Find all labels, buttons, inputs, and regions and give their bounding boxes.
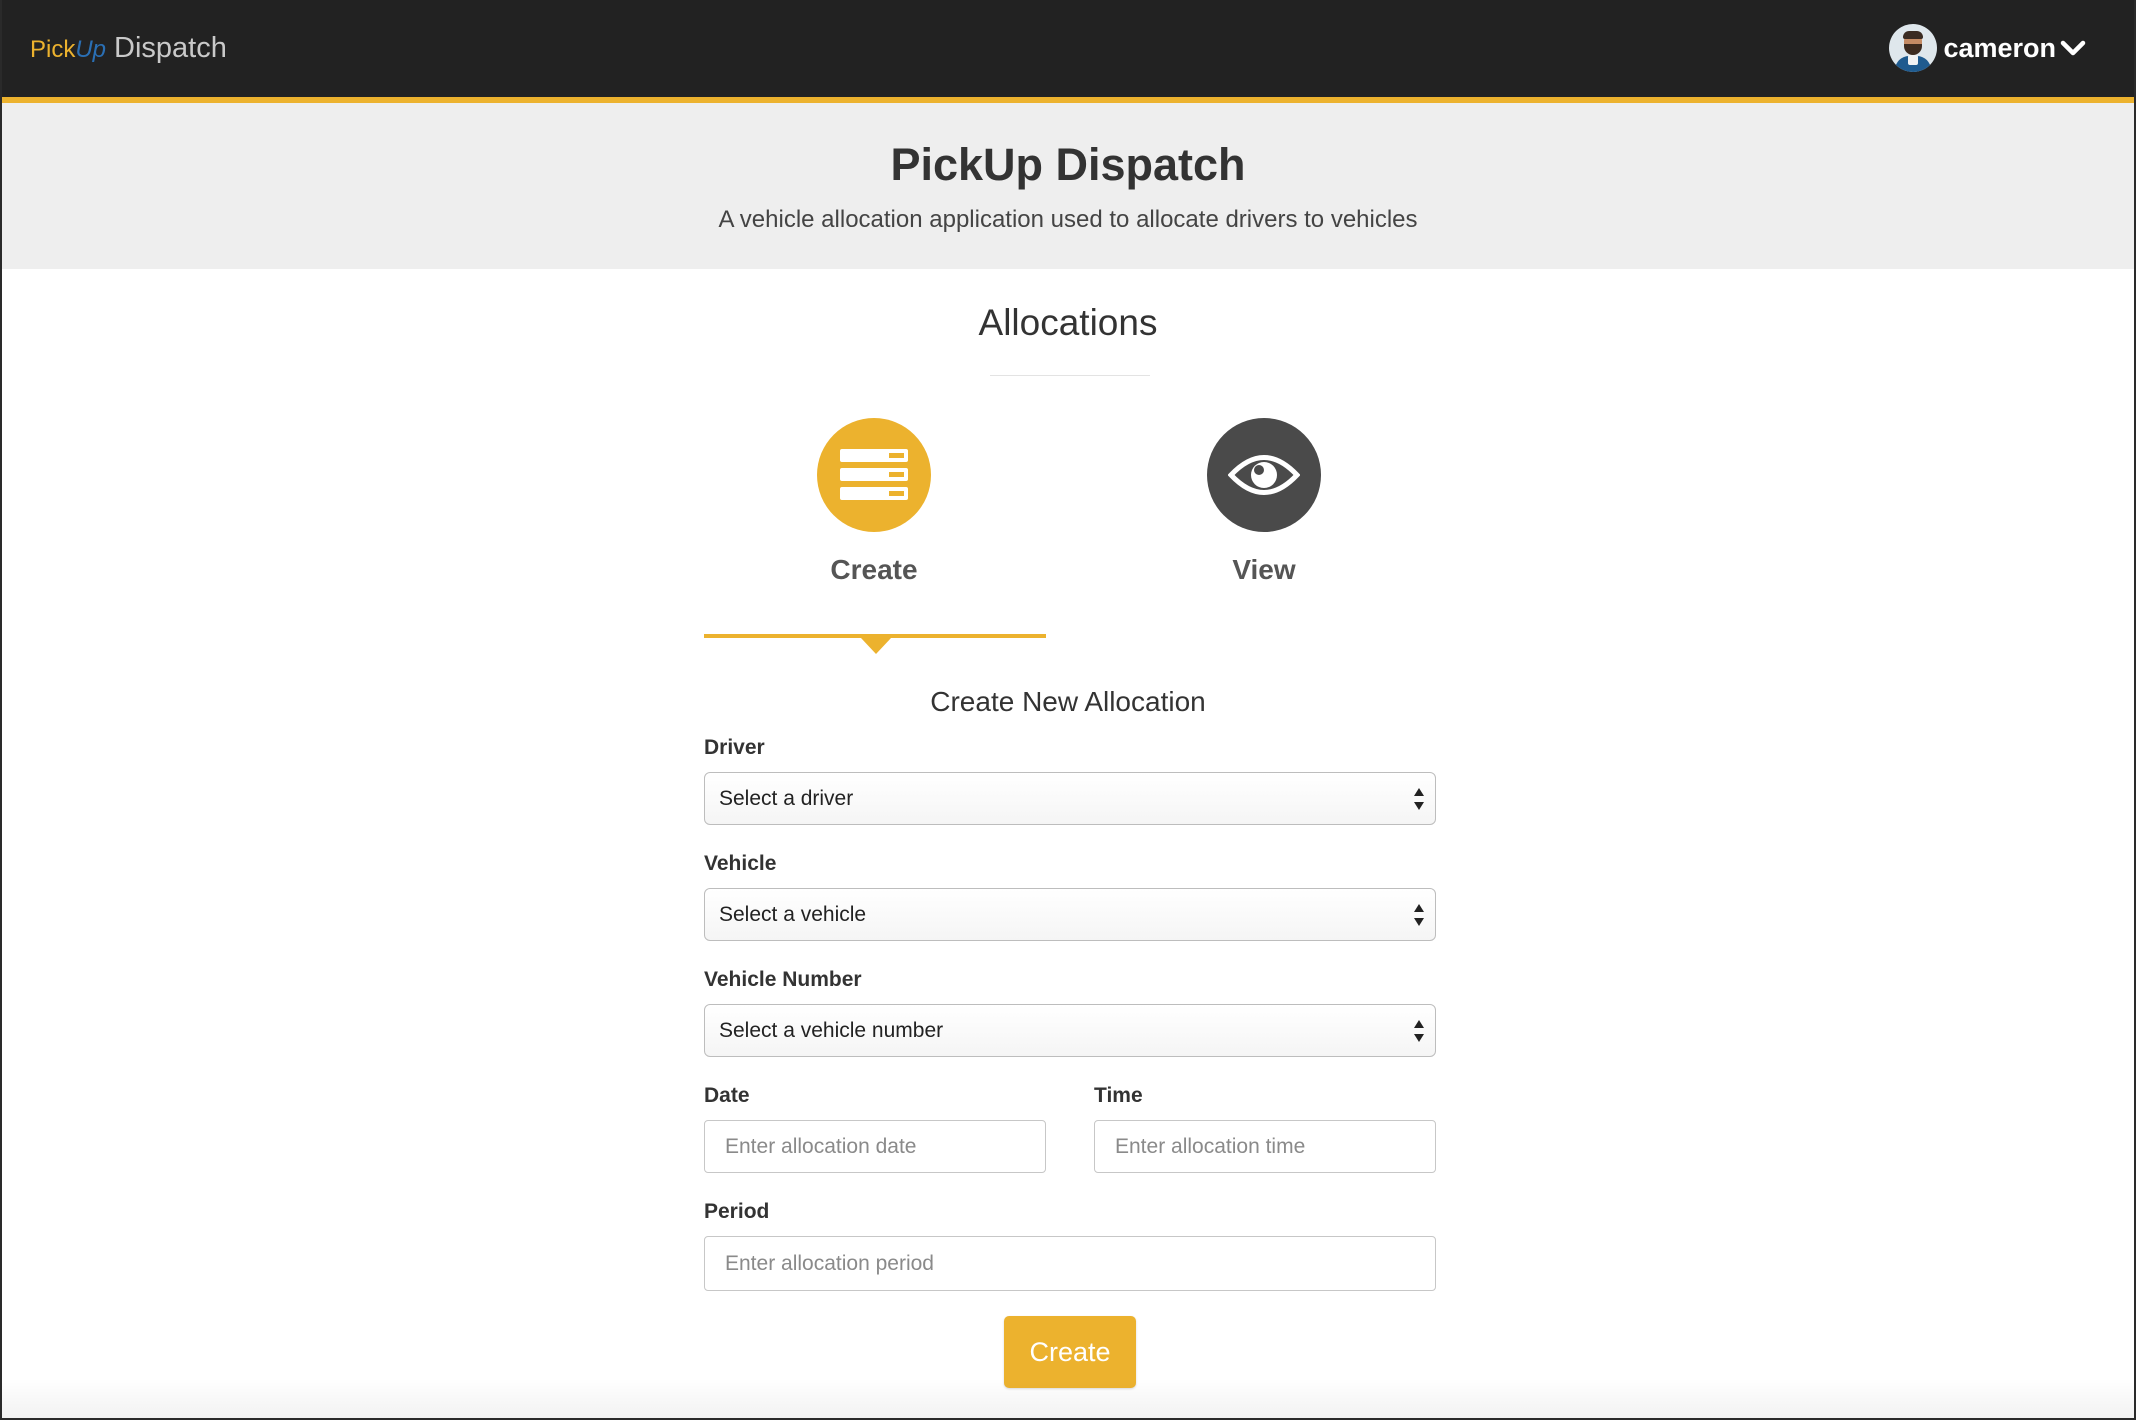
period-label: Period [704, 1200, 770, 1223]
driver-select[interactable]: Select a driver [704, 772, 1436, 825]
bottom-shadow [2, 1378, 2134, 1418]
brand-pick: Pick [30, 36, 76, 63]
view-tab-circle [1207, 418, 1321, 532]
jumbotron: PickUp Dispatch A vehicle allocation app… [2, 103, 2134, 269]
tab-create-label: Create [830, 554, 918, 585]
form-title: Create New Allocation [930, 686, 1206, 717]
driver-label: Driver [704, 736, 765, 759]
brand-dispatch: Dispatch [114, 32, 227, 64]
date-label: Date [704, 1084, 750, 1107]
time-label: Time [1094, 1084, 1143, 1107]
eye-icon [1228, 455, 1300, 495]
vehicle-number-label: Vehicle Number [704, 968, 862, 991]
section-title: Allocations [978, 302, 1158, 343]
brand-logo[interactable]: PickUp Dispatch [30, 28, 227, 70]
section-divider [990, 375, 1150, 376]
app-window: PickUp Dispatch cameron PickUp Dispatch A… [0, 0, 2136, 1420]
create-tab-circle [817, 418, 931, 532]
select-arrows-icon [1414, 1020, 1424, 1042]
date-input[interactable] [704, 1120, 1046, 1173]
active-tab-caret [861, 638, 891, 654]
chevron-down-icon [2060, 40, 2086, 56]
driver-select-value: Select a driver [719, 787, 854, 810]
tab-view-label: View [1232, 554, 1296, 585]
select-arrows-icon [1414, 788, 1424, 810]
vehicle-select-value: Select a vehicle [719, 903, 867, 926]
page-subtitle: A vehicle allocation application used to… [718, 206, 1418, 233]
vehicle-label: Vehicle [704, 852, 777, 875]
tab-view[interactable]: View [1094, 418, 1434, 588]
list-icon [840, 449, 908, 500]
vehicle-number-select-value: Select a vehicle number [719, 1019, 944, 1042]
select-arrows-icon [1414, 904, 1424, 926]
page-title: PickUp Dispatch [890, 139, 1246, 190]
top-navbar: PickUp Dispatch cameron [2, 0, 2134, 103]
vehicle-select[interactable]: Select a vehicle [704, 888, 1436, 941]
brand-up: Up [75, 36, 107, 63]
user-menu-toggle[interactable]: cameron [1889, 24, 2086, 72]
time-input[interactable] [1094, 1120, 1436, 1173]
tab-create[interactable]: Create [704, 418, 1044, 588]
avatar [1889, 24, 1938, 72]
username: cameron [1943, 32, 2056, 63]
vehicle-number-select[interactable]: Select a vehicle number [704, 1004, 1436, 1057]
period-input[interactable] [704, 1236, 1436, 1291]
